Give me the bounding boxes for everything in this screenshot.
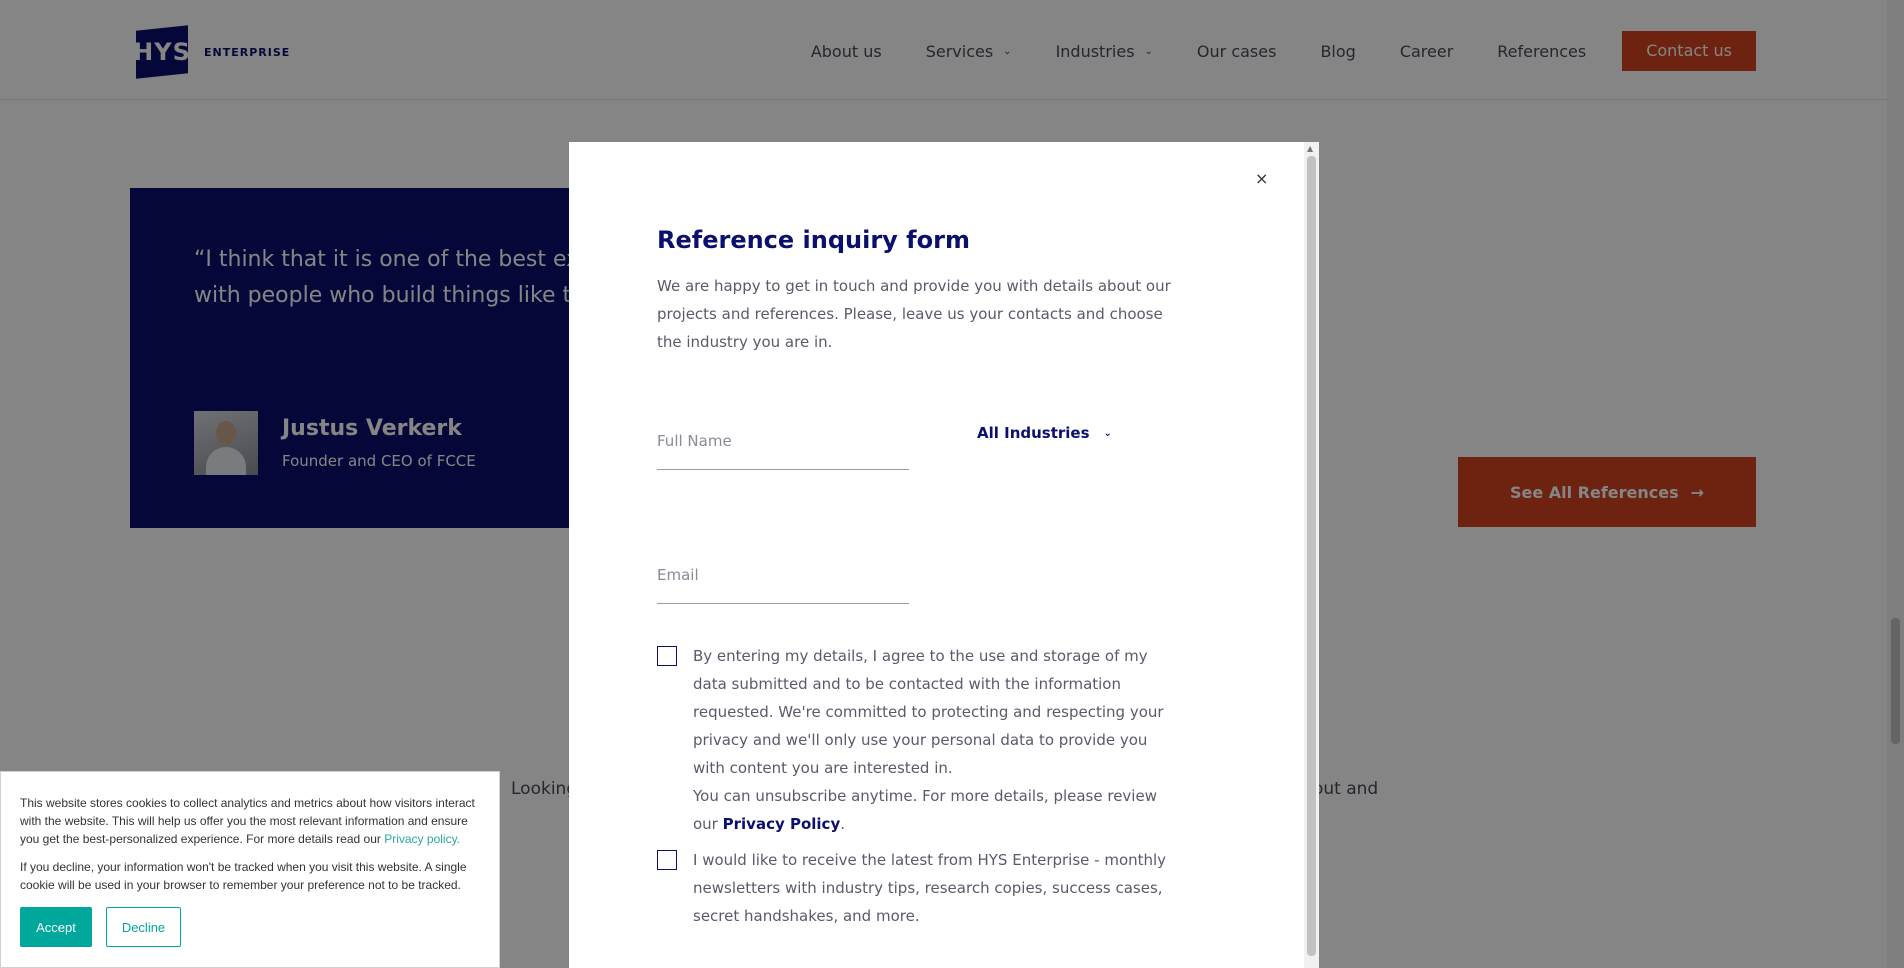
decline-button[interactable]: Decline [106,907,181,947]
modal-description: We are happy to get in touch and provide… [657,277,1171,351]
email-field [657,556,909,604]
close-icon[interactable]: × [1255,169,1268,188]
industry-select-value: All Industries [977,424,1090,442]
scrollbar-thumb[interactable] [1307,156,1316,956]
consent-text: By entering my details, I agree to the u… [693,642,1173,838]
unsubscribe-paragraph: You can unsubscribe anytime. For more de… [693,782,1173,838]
cookie-text: This website stores cookies to collect a… [20,794,482,848]
consent-row: By entering my details, I agree to the u… [657,642,1173,838]
full-name-input[interactable] [657,422,909,450]
modal-title: Reference inquiry form [657,226,970,254]
newsletter-row: I would like to receive the latest from … [657,846,1173,930]
newsletter-text: I would like to receive the latest from … [693,851,1167,925]
accept-button[interactable]: Accept [20,907,92,947]
reference-inquiry-modal: × Reference inquiry form We are happy to… [569,142,1319,968]
scroll-up-icon[interactable]: ▲ [1307,144,1313,153]
full-name-field [657,422,909,470]
consent-checkbox[interactable] [657,646,677,666]
cookie-privacy-link[interactable]: Privacy policy. [384,832,460,846]
privacy-policy-link[interactable]: Privacy Policy [723,815,841,833]
industry-select[interactable]: All Industries ⌄ [977,424,1112,442]
email-input[interactable] [657,556,909,584]
consent-paragraph: By entering my details, I agree to the u… [693,647,1164,777]
period: . [840,815,845,833]
modal-scrollbar[interactable]: ▲ [1304,142,1319,968]
chevron-down-icon: ⌄ [1103,427,1112,439]
newsletter-checkbox[interactable] [657,850,677,870]
cookie-text-2: If you decline, your information won't b… [20,860,467,892]
cookie-banner: This website stores cookies to collect a… [0,771,500,968]
